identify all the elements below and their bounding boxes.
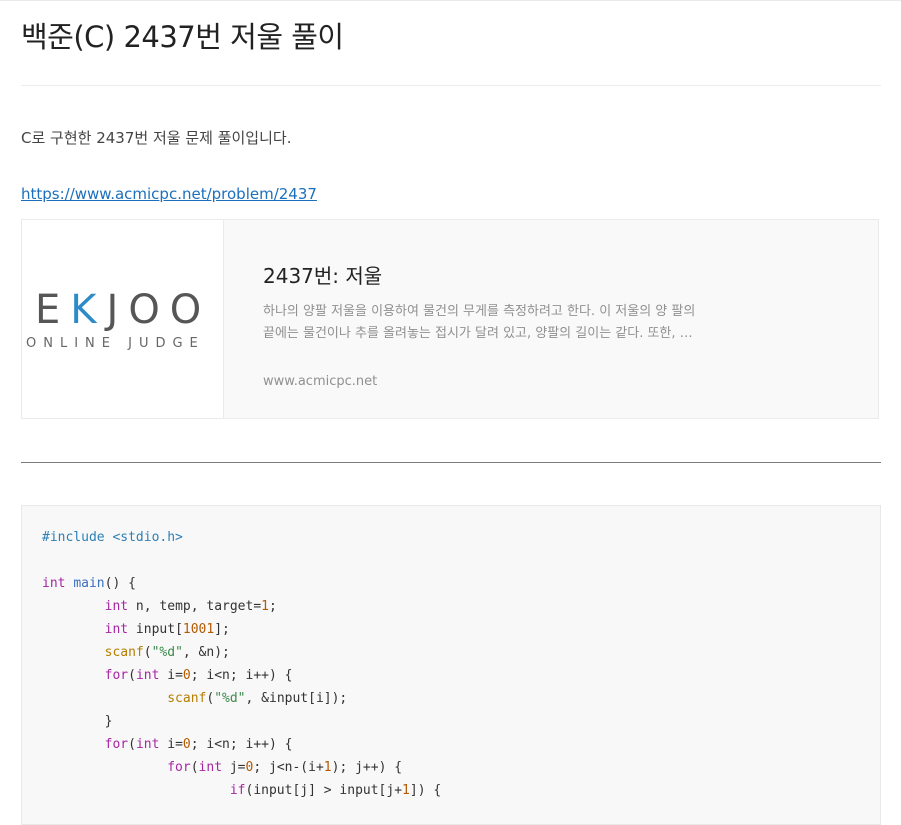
card-thumbnail: EKJOO ONLINE JUDGE (22, 220, 224, 418)
logo-letter-k: K (70, 287, 107, 333)
problem-link[interactable]: https://www.acmicpc.net/problem/2437 (21, 185, 317, 203)
title-divider (21, 85, 881, 86)
post-intro: C로 구현한 2437번 저울 문제 풀이입니다. (21, 129, 292, 147)
card-title: 2437번: 저울 (263, 264, 383, 288)
post-title: 백준(C) 2437번 저울 풀이 (21, 20, 344, 54)
link-preview-card[interactable]: EKJOO ONLINE JUDGE 2437번: 저울 하나의 양팔 저울을 … (21, 219, 879, 419)
top-border (0, 0, 901, 1)
card-description-line: 하나의 양팔 저울을 이용하여 물건의 무게를 측정하려고 한다. 이 저울의 … (263, 304, 696, 319)
baekjoon-logo: EKJOO (35, 290, 211, 330)
card-host: www.acmicpc.net (263, 374, 378, 389)
card-description: 하나의 양팔 저울을 이용하여 물건의 무게를 측정하려고 한다. 이 저울의 … (263, 301, 733, 345)
logo-letters-joo: JOO (106, 287, 212, 333)
code-text: #include <stdio.h> int main() { int n, t… (42, 530, 442, 798)
code-block: #include <stdio.h> int main() { int n, t… (21, 505, 881, 825)
card-description-line: 끝에는 물건이나 추를 올려놓는 접시가 달려 있고, 양팔의 길이는 같다. … (263, 326, 693, 341)
logo-subtitle: ONLINE JUDGE (26, 336, 205, 351)
content-divider (21, 462, 881, 463)
logo-letter-e: E (35, 287, 71, 333)
